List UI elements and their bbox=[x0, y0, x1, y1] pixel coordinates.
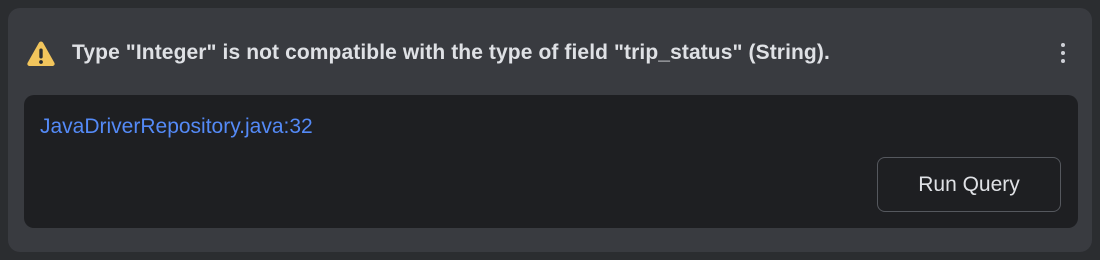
details-panel: JavaDriverRepository.java:32 Run Query bbox=[24, 95, 1078, 228]
more-dot bbox=[1061, 43, 1065, 47]
popup-header: Type "Integer" is not compatible with th… bbox=[26, 38, 1078, 68]
source-file-link[interactable]: JavaDriverRepository.java:32 bbox=[40, 115, 313, 139]
warning-icon bbox=[26, 39, 56, 67]
more-options-icon[interactable] bbox=[1048, 38, 1078, 68]
more-dot bbox=[1061, 59, 1065, 63]
more-dot bbox=[1061, 51, 1065, 55]
inspection-popup: Type "Integer" is not compatible with th… bbox=[8, 8, 1092, 252]
run-query-button[interactable]: Run Query bbox=[877, 157, 1061, 212]
inspection-message: Type "Integer" is not compatible with th… bbox=[72, 41, 830, 64]
